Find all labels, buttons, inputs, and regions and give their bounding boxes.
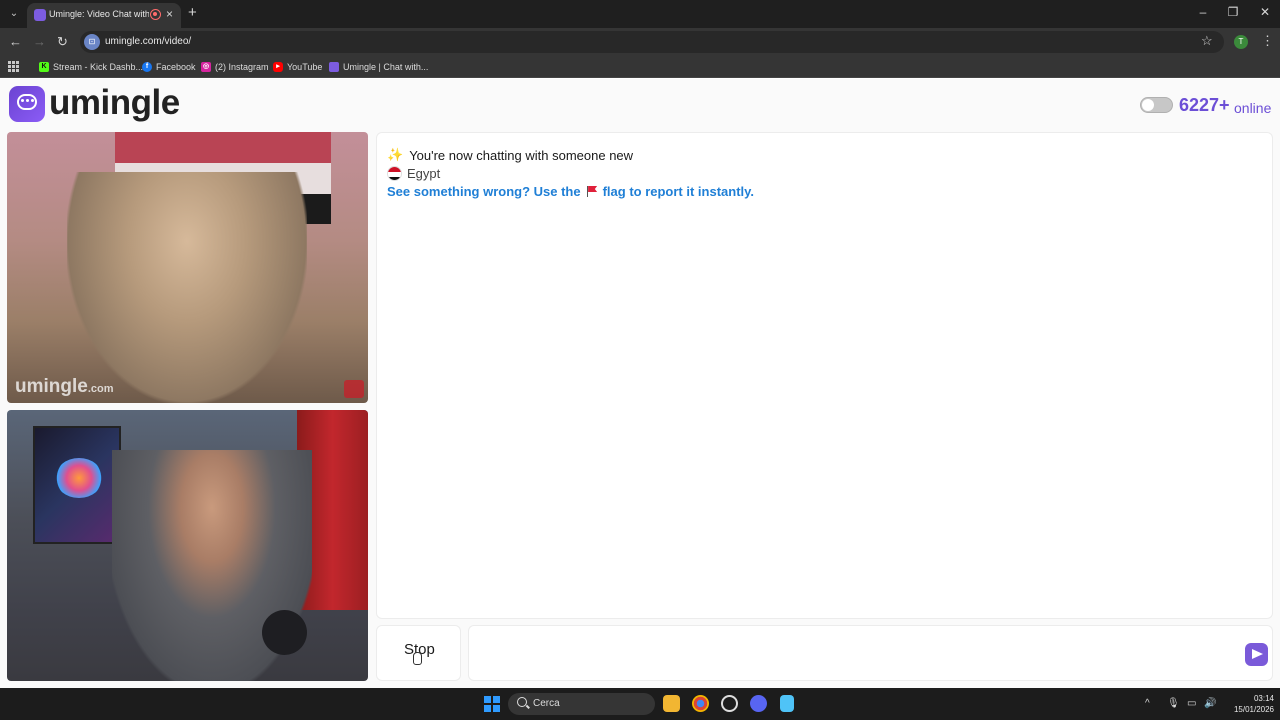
taskbar-clock[interactable]: 03:14 15/01/2026 [1222, 693, 1274, 715]
bookmark-label: Umingle | Chat with... [343, 62, 429, 72]
site-info-icon[interactable]: ⊡ [84, 34, 100, 50]
tab-title: Umingle: Video Chat with S [49, 9, 149, 19]
browser-menu-icon[interactable]: ⋮ [1261, 33, 1274, 49]
report-hint-suffix: flag to report it instantly. [602, 184, 755, 199]
app-icon[interactable] [721, 695, 738, 712]
umingle-icon [329, 62, 339, 72]
bookmark-label: Stream - Kick Dashb... [53, 62, 144, 72]
bookmark-instagram[interactable]: ◎ (2) Instagram [201, 60, 269, 74]
chat-panel: ✨ You're now chatting with someone new E… [376, 132, 1273, 619]
recording-icon [150, 9, 161, 20]
new-tab-button[interactable]: + [188, 4, 197, 21]
chat-welcome-line: ✨ You're now chatting with someone new [387, 147, 633, 163]
red-flag-icon [586, 186, 598, 197]
umingle-page: umingle 6227+ online umingle.com ✨ You'r… [0, 79, 1280, 688]
chat-welcome-text: You're now chatting with someone new [409, 147, 634, 163]
bookmark-label: Facebook [156, 62, 196, 72]
bookmark-facebook[interactable]: f Facebook [142, 60, 196, 74]
volume-icon[interactable]: 🔊 [1204, 698, 1216, 709]
mouse-cursor-icon [413, 652, 422, 665]
search-icon [517, 697, 527, 707]
tab-close-icon[interactable]: × [166, 7, 173, 21]
clock-date: 15/01/2026 [1233, 705, 1274, 714]
network-icon[interactable]: ▭ [1187, 698, 1196, 709]
wall-poster [33, 426, 121, 544]
bookmark-star-icon[interactable]: ☆ [1201, 33, 1213, 49]
report-hint: See something wrong? Use the flag to rep… [387, 184, 754, 199]
umingle-favicon-icon [34, 9, 46, 21]
umingle-logo-icon[interactable] [9, 86, 45, 122]
stranger-video: umingle.com [7, 132, 368, 403]
bookmark-kick[interactable]: K Stream - Kick Dashb... [39, 60, 143, 74]
youtube-icon: ▸ [273, 62, 283, 72]
instagram-icon: ◎ [201, 62, 211, 72]
video-watermark: umingle.com [15, 376, 114, 397]
windows-taskbar: Cerca ^ 🎙 ▭ 🔊 03:14 15/01/2026 [0, 688, 1280, 720]
chat-country: Egypt [407, 166, 441, 181]
bookmark-umingle[interactable]: Umingle | Chat with... [329, 60, 428, 74]
back-icon[interactable]: ← [9, 34, 22, 49]
notepad-icon[interactable] [780, 695, 794, 712]
facebook-icon: f [142, 62, 152, 72]
start-icon[interactable] [484, 696, 500, 712]
tab-search-icon[interactable]: ⌄ [6, 6, 22, 22]
address-bar-row: ← → ↻ ⊡ umingle.com/video/ ☆ T ⋮ [0, 28, 1280, 56]
file-explorer-icon[interactable] [663, 695, 680, 712]
clock-time: 03:14 [1253, 694, 1274, 703]
window-close-icon[interactable]: ✕ [1255, 5, 1275, 19]
tray-overflow-icon[interactable]: ^ [1145, 698, 1150, 709]
address-bar[interactable] [80, 31, 1224, 53]
report-hint-prefix: See something wrong? Use the [387, 184, 581, 199]
self-video [7, 410, 368, 681]
forward-icon[interactable]: → [33, 34, 46, 49]
chat-country-line: Egypt [387, 166, 440, 181]
browser-tab[interactable]: Umingle: Video Chat with S × [27, 3, 181, 28]
bookmarks-bar: K Stream - Kick Dashb... f Facebook ◎ (2… [0, 56, 1280, 78]
send-button[interactable] [1245, 643, 1268, 666]
url-text[interactable]: umingle.com/video/ [105, 36, 191, 47]
browser-tab-bar: ⌄ Umingle: Video Chat with S × + – ❐ ✕ [0, 0, 1280, 28]
sparkle-icon: ✨ [387, 147, 404, 162]
kick-icon: K [39, 62, 49, 72]
report-flag-icon[interactable] [344, 380, 364, 398]
stranger-person [67, 172, 307, 403]
theme-toggle[interactable] [1140, 97, 1173, 113]
mic-tray-icon[interactable]: 🎙 [1167, 698, 1180, 709]
reload-icon[interactable]: ↻ [57, 34, 68, 50]
chrome-icon[interactable] [692, 695, 709, 712]
logo-text[interactable]: umingle [49, 83, 180, 123]
restore-icon[interactable]: ❐ [1223, 5, 1243, 19]
minimize-icon[interactable]: – [1193, 5, 1213, 19]
apps-grid-icon[interactable] [8, 61, 19, 72]
message-box [468, 625, 1273, 681]
discord-icon[interactable] [750, 695, 767, 712]
online-label: online [1234, 100, 1272, 116]
online-count: 6227+ [1179, 95, 1230, 115]
stop-button[interactable]: Stop [376, 625, 461, 681]
bookmark-youtube[interactable]: ▸ YouTube [273, 60, 322, 74]
taskbar-search[interactable]: Cerca [508, 693, 655, 715]
message-input[interactable] [477, 636, 1237, 670]
taskbar-search-label: Cerca [533, 698, 560, 709]
microphone [262, 610, 307, 655]
bookmark-label: (2) Instagram [215, 62, 269, 72]
bookmark-label: YouTube [287, 62, 323, 72]
profile-avatar[interactable]: T [1234, 35, 1248, 49]
egypt-flag-icon [387, 166, 402, 181]
